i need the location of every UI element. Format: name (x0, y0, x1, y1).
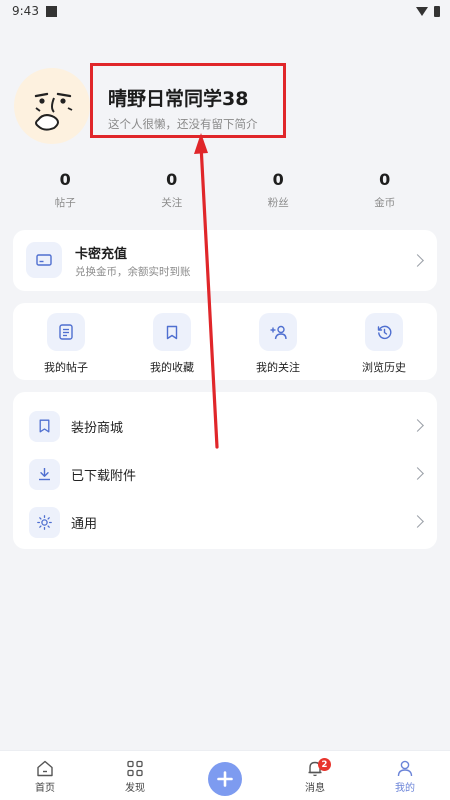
stat-label: 金币 (374, 197, 396, 209)
quick-label: 我的帖子 (44, 361, 88, 374)
card-icon (26, 242, 62, 278)
bookmark-icon (153, 313, 191, 351)
stats-row: 0 帖子 0 关注 0 粉丝 0 金币 (0, 170, 450, 210)
quick-item-my-favorites[interactable]: 我的收藏 (119, 303, 225, 380)
battery-icon (434, 5, 440, 17)
stat-posts[interactable]: 0 帖子 (9, 170, 122, 210)
nav-mine[interactable]: 我的 (360, 751, 450, 800)
quick-actions: 我的帖子 我的收藏 我的关注 浏览历史 (13, 303, 437, 380)
stat-value: 0 (166, 170, 178, 189)
download-icon (29, 458, 60, 490)
stat-following[interactable]: 0 关注 (116, 170, 229, 210)
settings-sun-icon (29, 506, 60, 538)
menu-item-downloads[interactable]: 已下载附件 (13, 450, 437, 498)
quick-label: 浏览历史 (362, 361, 406, 374)
recharge-title: 卡密充值 (75, 247, 128, 262)
plus-icon (208, 762, 242, 796)
stat-label: 粉丝 (267, 197, 289, 209)
menu-label: 通用 (71, 516, 98, 532)
history-icon (365, 313, 403, 351)
stat-coins[interactable]: 0 金币 (329, 170, 442, 210)
quick-item-my-posts[interactable]: 我的帖子 (13, 303, 119, 380)
menu-label: 装扮商城 (71, 420, 124, 436)
highlight-box (90, 63, 286, 138)
chevron-right-icon (411, 467, 424, 480)
nav-label: 发现 (125, 783, 145, 794)
menu-item-general[interactable]: 通用 (13, 498, 437, 546)
menu-list: 装扮商城 已下载附件 通用 (13, 392, 437, 549)
nav-messages[interactable]: 2 消息 (270, 751, 360, 800)
chevron-right-icon (411, 515, 424, 528)
bottom-nav: 首页 发现 2 消息 我的 (0, 750, 450, 800)
wifi-icon (416, 6, 428, 16)
follow-user-icon (259, 313, 297, 351)
menu-item-decoration-shop[interactable]: 装扮商城 (13, 402, 437, 450)
nav-label: 首页 (35, 783, 55, 794)
quick-label: 我的关注 (256, 361, 300, 374)
avatar-face-icon (34, 92, 73, 131)
recharge-card[interactable]: 卡密充值 兑换金币，余额实时到账 (13, 230, 437, 291)
chevron-right-icon (411, 254, 424, 267)
quick-label: 我的收藏 (150, 361, 194, 374)
notification-icon (45, 5, 57, 17)
stat-fans[interactable]: 0 粉丝 (222, 170, 335, 210)
recharge-subtitle: 兑换金币，余额实时到账 (75, 266, 191, 278)
bookmark-icon (29, 410, 60, 442)
nav-home[interactable]: 首页 (0, 751, 90, 800)
nav-create[interactable] (180, 751, 270, 800)
nav-label: 消息 (305, 783, 325, 794)
stat-value: 0 (59, 170, 71, 189)
status-bar: 9:43 (0, 0, 450, 22)
quick-item-my-following[interactable]: 我的关注 (225, 303, 331, 380)
profile-header[interactable]: 晴野日常同学38 这个人很懒，还没有留下简介 (14, 63, 436, 146)
discover-grid-icon (127, 760, 143, 777)
avatar[interactable] (14, 68, 90, 144)
nav-label: 我的 (395, 783, 415, 794)
stat-value: 0 (379, 170, 391, 189)
nav-discover[interactable]: 发现 (90, 751, 180, 800)
posts-icon (47, 313, 85, 351)
menu-label: 已下载附件 (71, 468, 137, 484)
person-icon (397, 760, 413, 777)
quick-item-history[interactable]: 浏览历史 (331, 303, 437, 380)
stat-value: 0 (272, 170, 284, 189)
stat-label: 关注 (161, 197, 183, 209)
status-time: 9:43 (12, 4, 39, 18)
message-badge: 2 (318, 758, 331, 771)
home-icon (37, 760, 53, 777)
chevron-right-icon (411, 419, 424, 432)
stat-label: 帖子 (54, 197, 76, 209)
